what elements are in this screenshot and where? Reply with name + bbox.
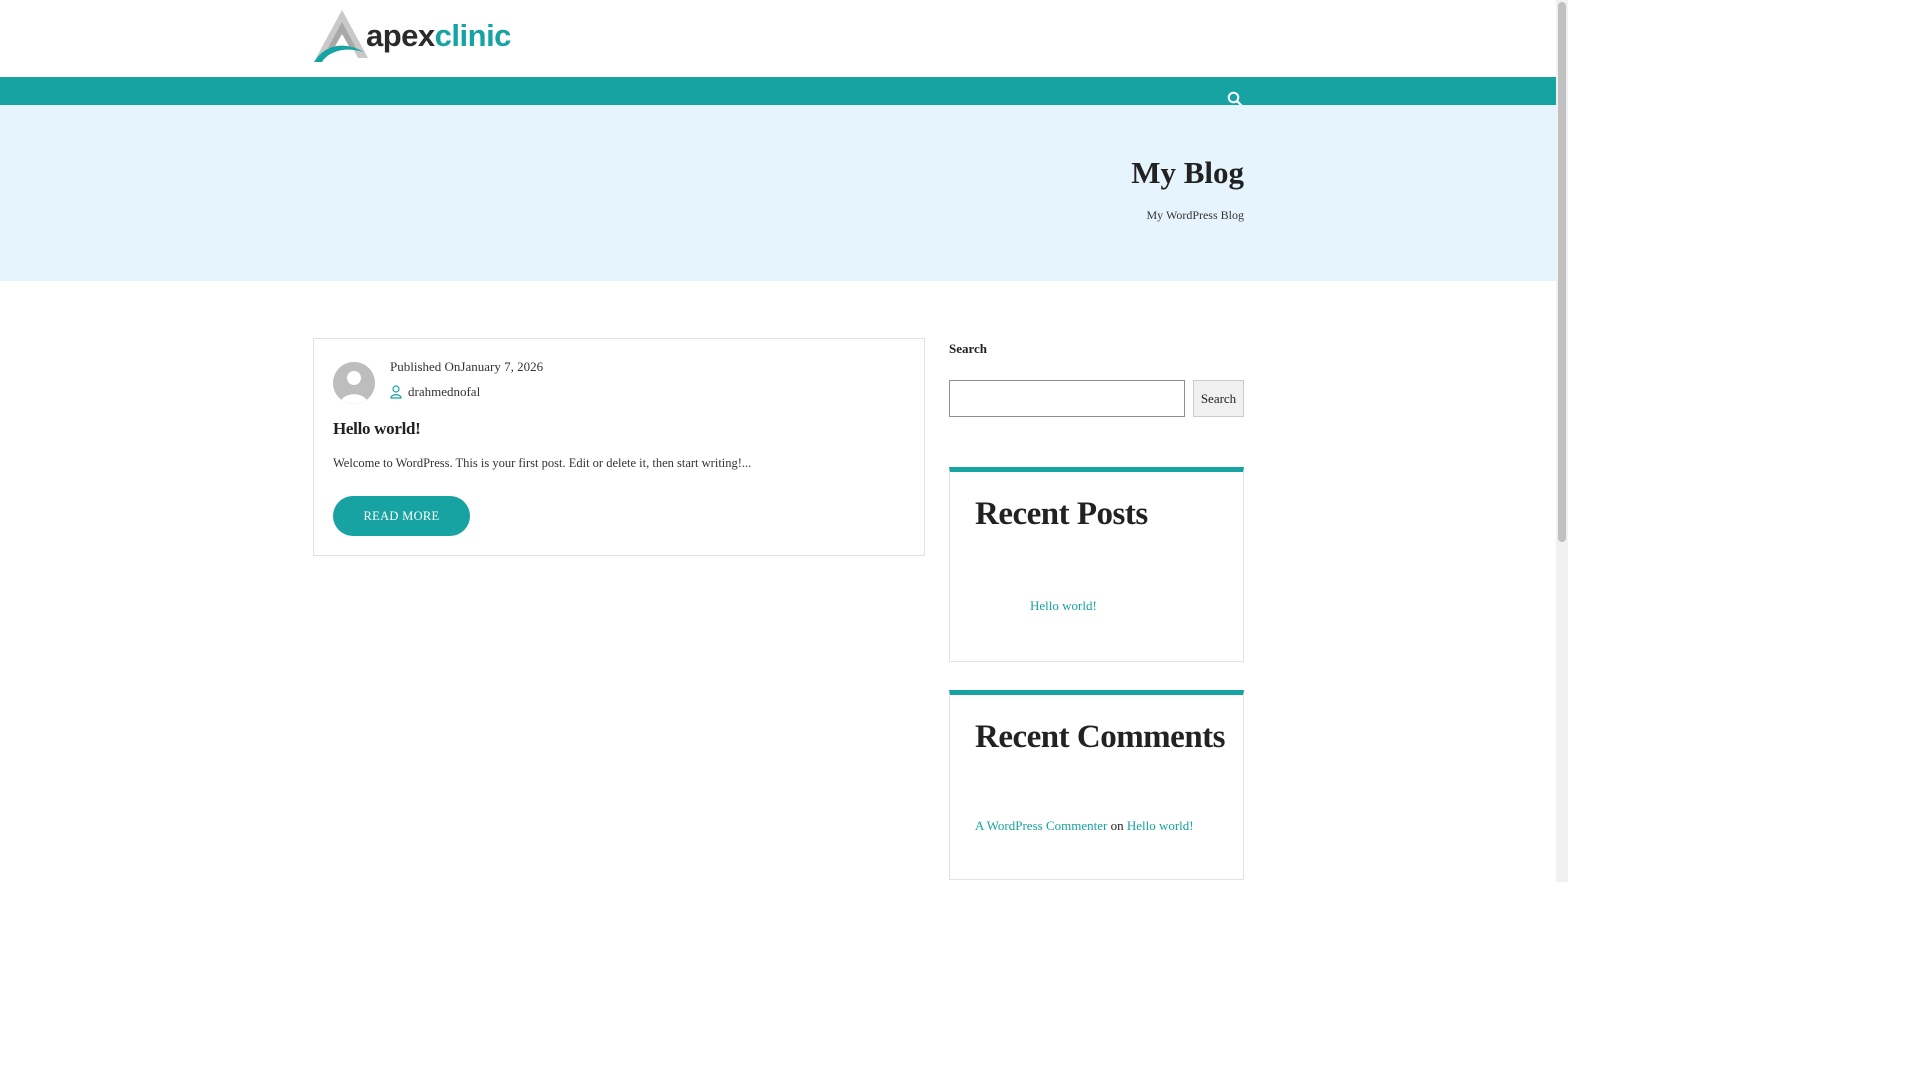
page-hero: My Blog My WordPress Blog (0, 105, 1556, 281)
recent-post-item: Hello world! (1030, 597, 1097, 615)
recent-posts-widget: Recent Posts Hello world! (949, 467, 1244, 662)
page-scrollbar[interactable] (1556, 0, 1568, 882)
scrollbar-thumb[interactable] (1558, 2, 1566, 542)
avatar-placeholder-icon (333, 362, 375, 404)
page: apexclinic My Blog My WordPress Blog Pub… (0, 0, 1556, 882)
main-navigation (0, 77, 1556, 107)
recent-post-link[interactable]: Hello world! (1030, 598, 1097, 613)
site-title[interactable]: My Blog (1131, 155, 1244, 191)
post-title[interactable]: Hello world! (333, 419, 421, 439)
recent-posts-title: Recent Posts (975, 496, 1148, 532)
post-meta-date: Published OnJanuary 7, 2026 (390, 359, 543, 375)
user-icon (390, 385, 402, 399)
logo-text-clinic: clinic (434, 18, 512, 53)
author-avatar (333, 362, 375, 404)
post-meta-author: drahmednofal (390, 384, 480, 400)
search-input[interactable] (949, 380, 1185, 417)
logo-text: apexclinic (366, 18, 511, 54)
post-excerpt: Welcome to WordPress. This is your first… (333, 456, 752, 470)
site-tagline: My WordPress Blog (1146, 208, 1245, 222)
recent-comments-title: Recent Comments (975, 719, 1226, 755)
search-widget-label: Search (949, 341, 988, 356)
comment-post-link[interactable]: Hello world! (1127, 818, 1194, 833)
published-prefix: Published On (390, 359, 461, 374)
site-logo[interactable]: apexclinic (312, 8, 512, 64)
comment-author-link[interactable]: A WordPress Commenter (975, 818, 1107, 833)
recent-comments-widget: Recent Comments A WordPress Commenter on… (949, 690, 1244, 880)
recent-comment-item: A WordPress Commenter on Hello world! (975, 818, 1194, 834)
site-header: apexclinic (0, 0, 1556, 77)
published-date[interactable]: January 7, 2026 (460, 359, 543, 374)
post-card: Published OnJanuary 7, 2026 drahmednofal… (313, 338, 925, 556)
search-button[interactable]: Search (1193, 380, 1244, 417)
logo-text-apex: apex (366, 18, 435, 53)
author-name[interactable]: drahmednofal (408, 384, 480, 400)
read-more-button[interactable]: READ MORE (333, 496, 470, 536)
comment-connector: on (1110, 818, 1124, 833)
logo-mark-icon (314, 10, 368, 62)
